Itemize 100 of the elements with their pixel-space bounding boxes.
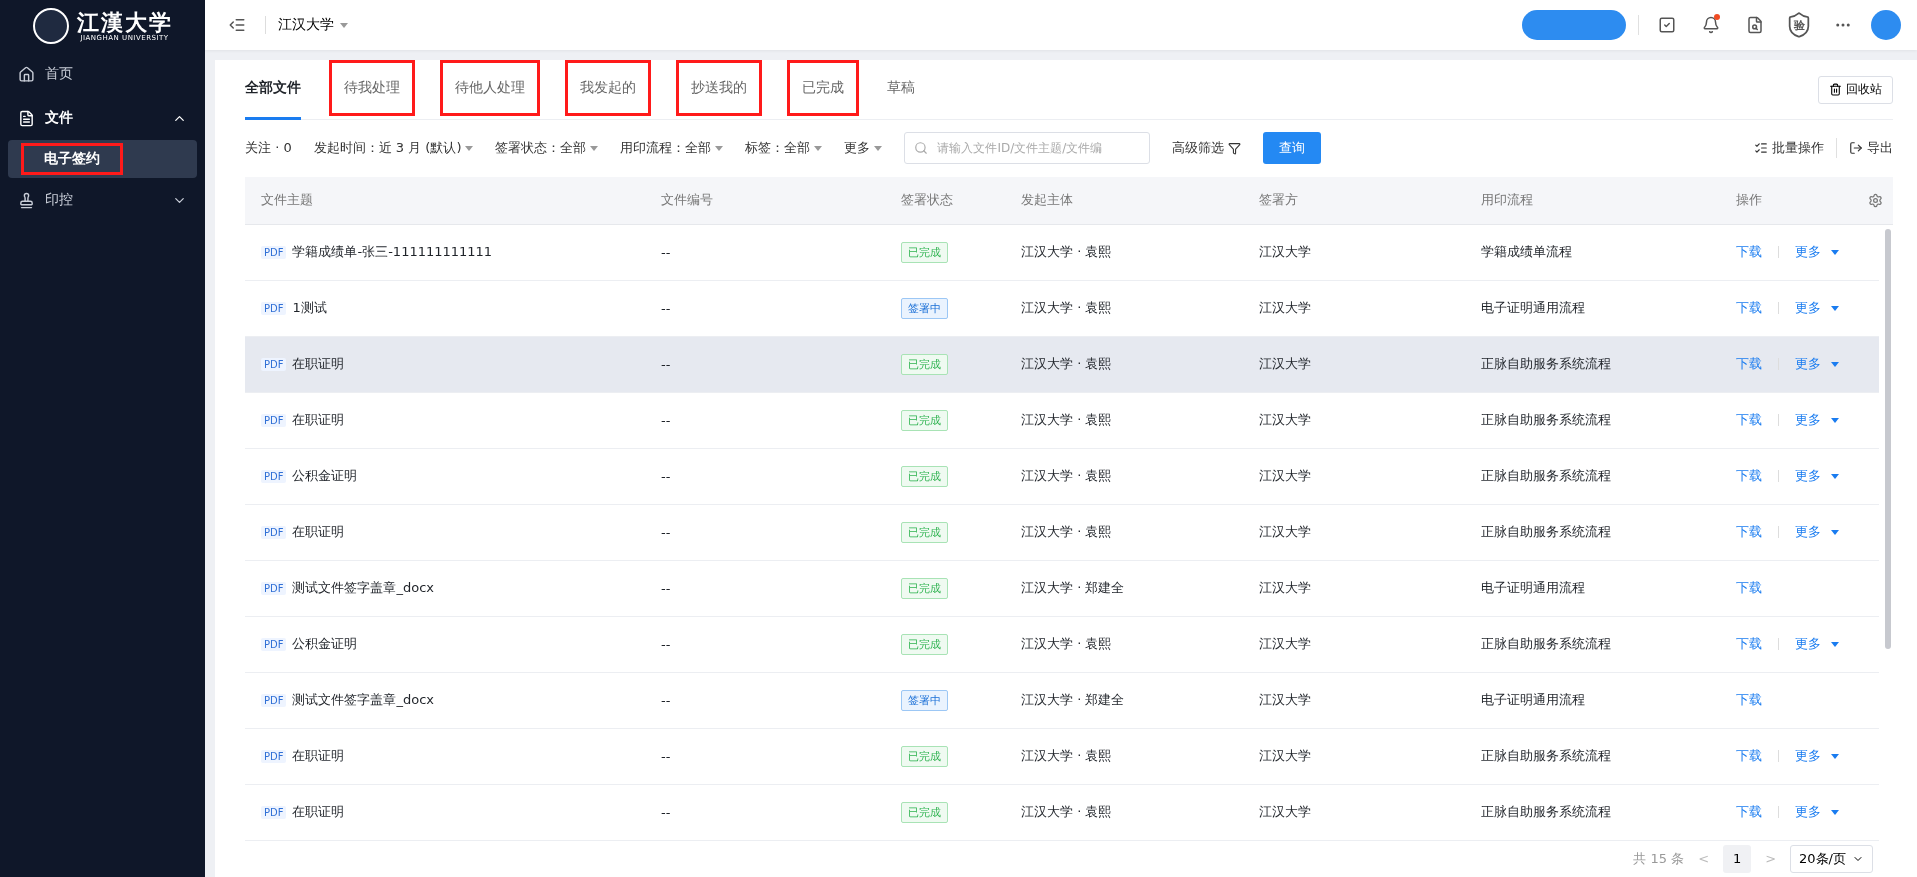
funnel-icon [1228, 141, 1242, 155]
more-link[interactable]: 更多 [1795, 747, 1839, 766]
tab[interactable]: 草稿 [887, 59, 915, 120]
home-icon [18, 65, 35, 83]
status-tag: 已完成 [901, 801, 948, 823]
scrollbar[interactable] [1885, 228, 1891, 649]
table-cell: 江汉大学 · 袁熙 [1021, 355, 1112, 374]
more-link[interactable]: 更多 [1795, 635, 1839, 654]
table-cell: 江汉大学 [1259, 411, 1311, 430]
column-header: 签署状态 [900, 191, 954, 210]
download-link[interactable]: 下载 [1736, 299, 1762, 318]
table-row[interactable]: PDF 在职证明 -- 已完成 江汉大学 · 袁熙 江汉大学 正脉自助服务系统流程 下载 更多 [245, 336, 1879, 393]
file-type-label: PDF [261, 357, 287, 371]
export-button[interactable]: 导出 [1849, 139, 1893, 158]
search-icon [914, 141, 929, 156]
page-size-select[interactable]: 20条/页 [1790, 844, 1873, 873]
status-tag: 已完成 [901, 745, 948, 767]
download-link[interactable]: 下载 [1736, 579, 1762, 598]
table-cell: 在职证明 [292, 411, 345, 430]
download-link[interactable]: 下载 [1736, 523, 1762, 542]
status-tag: 签署中 [901, 297, 948, 319]
page-button[interactable]: 1 [1723, 844, 1752, 873]
file-type-label: PDF [261, 581, 287, 595]
tab[interactable]: 我发起的 [568, 59, 648, 120]
column-header: 文件主题 [260, 191, 314, 210]
table-cell: 正脉自助服务系统流程 [1481, 803, 1611, 822]
table-cell: 江汉大学 · 郑建全 [1021, 691, 1125, 710]
tab[interactable]: 待他人处理 [443, 59, 537, 120]
nav-item[interactable]: 印控 [0, 178, 205, 222]
nav-subitem[interactable]: 电子签约 [8, 140, 197, 178]
file-type-label: PDF [261, 805, 287, 819]
file-type-label: PDF [261, 469, 287, 483]
status-tag: 已完成 [901, 577, 948, 599]
download-link[interactable]: 下载 [1736, 747, 1762, 766]
more-link[interactable]: 更多 [1795, 411, 1839, 430]
tab[interactable]: 抄送我的 [679, 59, 759, 120]
file-type-label: PDF [261, 413, 287, 427]
status-tag: 签署中 [901, 689, 948, 711]
batch-button[interactable]: 批量操作 [1754, 139, 1824, 158]
more-link[interactable]: 更多 [1795, 299, 1839, 318]
nav-item[interactable]: 首页 [0, 52, 205, 96]
column-header: 用印流程 [1480, 191, 1534, 210]
more-link[interactable]: 更多 [1795, 467, 1839, 486]
table-cell: 正脉自助服务系统流程 [1481, 635, 1611, 654]
table-cell: 1测试 [292, 299, 327, 318]
org-selector[interactable]: 江汉大学 [265, 16, 348, 34]
emblem-icon [32, 8, 69, 44]
download-link[interactable]: 下载 [1736, 691, 1762, 710]
table-cell: 在职证明 [292, 523, 345, 542]
table-cell: -- [661, 804, 671, 820]
nav-item[interactable]: 文件 [0, 96, 205, 140]
table-cell: 正脉自助服务系统流程 [1481, 747, 1611, 766]
table-cell: 江汉大学 [1259, 803, 1311, 822]
table-cell: 江汉大学 [1259, 747, 1311, 766]
table-cell: 江汉大学 [1259, 243, 1311, 262]
table-cell: -- [661, 692, 671, 708]
table-cell: -- [661, 468, 671, 484]
column-header: 签署方 [1258, 191, 1299, 210]
stamp-icon [18, 191, 35, 209]
filter-dropdown[interactable]: 签署状态：全部 [495, 139, 599, 158]
search-field[interactable]: 请输入文件ID/文件主题/文件编 [904, 132, 1151, 165]
filter-dropdown[interactable]: 发起时间：近 3 月 (默认) [313, 139, 474, 158]
table-cell: 电子证明通用流程 [1481, 579, 1585, 598]
column-header: 发起主体 [1020, 191, 1074, 210]
table-cell: 公积金证明 [292, 467, 358, 486]
download-link[interactable]: 下载 [1736, 355, 1762, 374]
table-cell: 江汉大学 [1259, 691, 1311, 710]
more-link[interactable]: 更多 [1795, 523, 1839, 542]
table-cell: 正脉自助服务系统流程 [1481, 355, 1611, 374]
table-cell: 江汉大学 · 郑建全 [1021, 579, 1125, 598]
filter-dropdown[interactable]: 标签：全部 [745, 139, 823, 158]
table-cell: 江汉大学 [1259, 355, 1311, 374]
settings-icon[interactable] [1868, 192, 1883, 208]
table-cell: 江汉大学 [1259, 635, 1311, 654]
table-cell: 江汉大学 · 袁熙 [1021, 243, 1112, 262]
export-icon [1849, 141, 1863, 156]
filter-dropdown[interactable]: 关注 · 0 [245, 139, 292, 158]
table-cell: 江汉大学 · 袁熙 [1021, 299, 1112, 318]
table-cell: 正脉自助服务系统流程 [1481, 467, 1611, 486]
tab[interactable]: 待我处理 [332, 59, 412, 120]
recycle-bin-button[interactable]: 回收站 [1818, 75, 1893, 104]
download-link[interactable]: 下载 [1736, 467, 1762, 486]
more-link[interactable]: 更多 [1795, 803, 1839, 822]
blurred-button[interactable] [1522, 10, 1626, 40]
avatar[interactable] [1871, 10, 1901, 40]
query-button[interactable]: 查询 [1263, 132, 1322, 165]
filter-dropdown[interactable]: 更多 [844, 139, 883, 158]
table-cell: 学籍成绩单流程 [1481, 243, 1572, 262]
table-cell: 学籍成绩单-张三-111111111111 [292, 243, 493, 262]
table-cell: 在职证明 [292, 747, 345, 766]
file-type-label: PDF [261, 245, 287, 259]
tab[interactable]: 全部文件 [245, 59, 301, 120]
advanced-filter-button[interactable]: 高级筛选 [1172, 139, 1242, 158]
more-link[interactable]: 更多 [1795, 243, 1839, 262]
tab[interactable]: 已完成 [790, 59, 856, 120]
download-link[interactable]: 下载 [1736, 635, 1762, 654]
download-link[interactable]: 下载 [1736, 411, 1762, 430]
download-link[interactable]: 下载 [1736, 803, 1762, 822]
filter-dropdown[interactable]: 用印流程：全部 [620, 139, 724, 158]
download-link[interactable]: 下载 [1736, 243, 1762, 262]
